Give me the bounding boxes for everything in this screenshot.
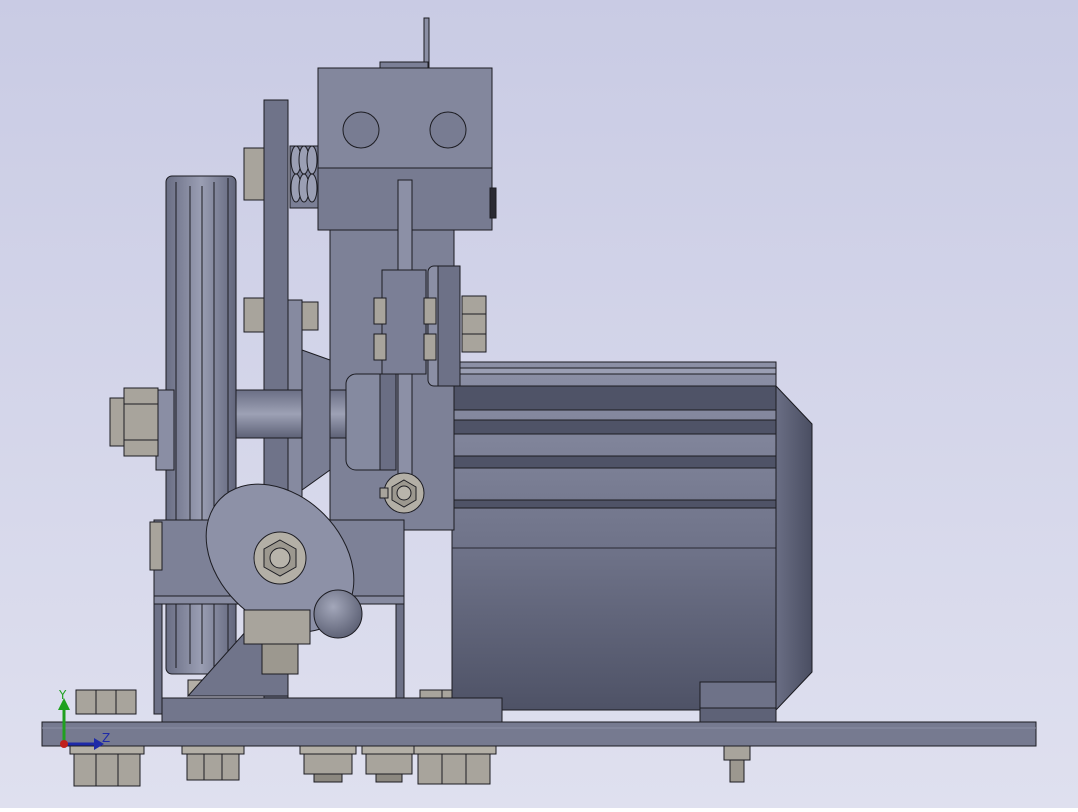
foot-nut-1 — [69, 745, 145, 787]
motor-end-cap — [775, 384, 813, 712]
foot-nut-2 — [181, 745, 245, 781]
cad-viewport[interactable]: Y Z — [0, 0, 1078, 808]
triad-z-label: Z — [102, 731, 111, 745]
cam-nut — [253, 531, 307, 585]
foot-nut-5 — [413, 745, 497, 785]
pulley-hub-nut — [109, 387, 159, 457]
cam-knob — [313, 589, 363, 639]
triad-origin — [60, 740, 68, 748]
assembly-drawing[interactable] — [0, 0, 1078, 808]
base-plate[interactable] — [41, 721, 1037, 747]
motor-body[interactable] — [451, 361, 813, 723]
tension-spring — [289, 145, 319, 209]
triad-y-label: Y — [59, 688, 67, 702]
